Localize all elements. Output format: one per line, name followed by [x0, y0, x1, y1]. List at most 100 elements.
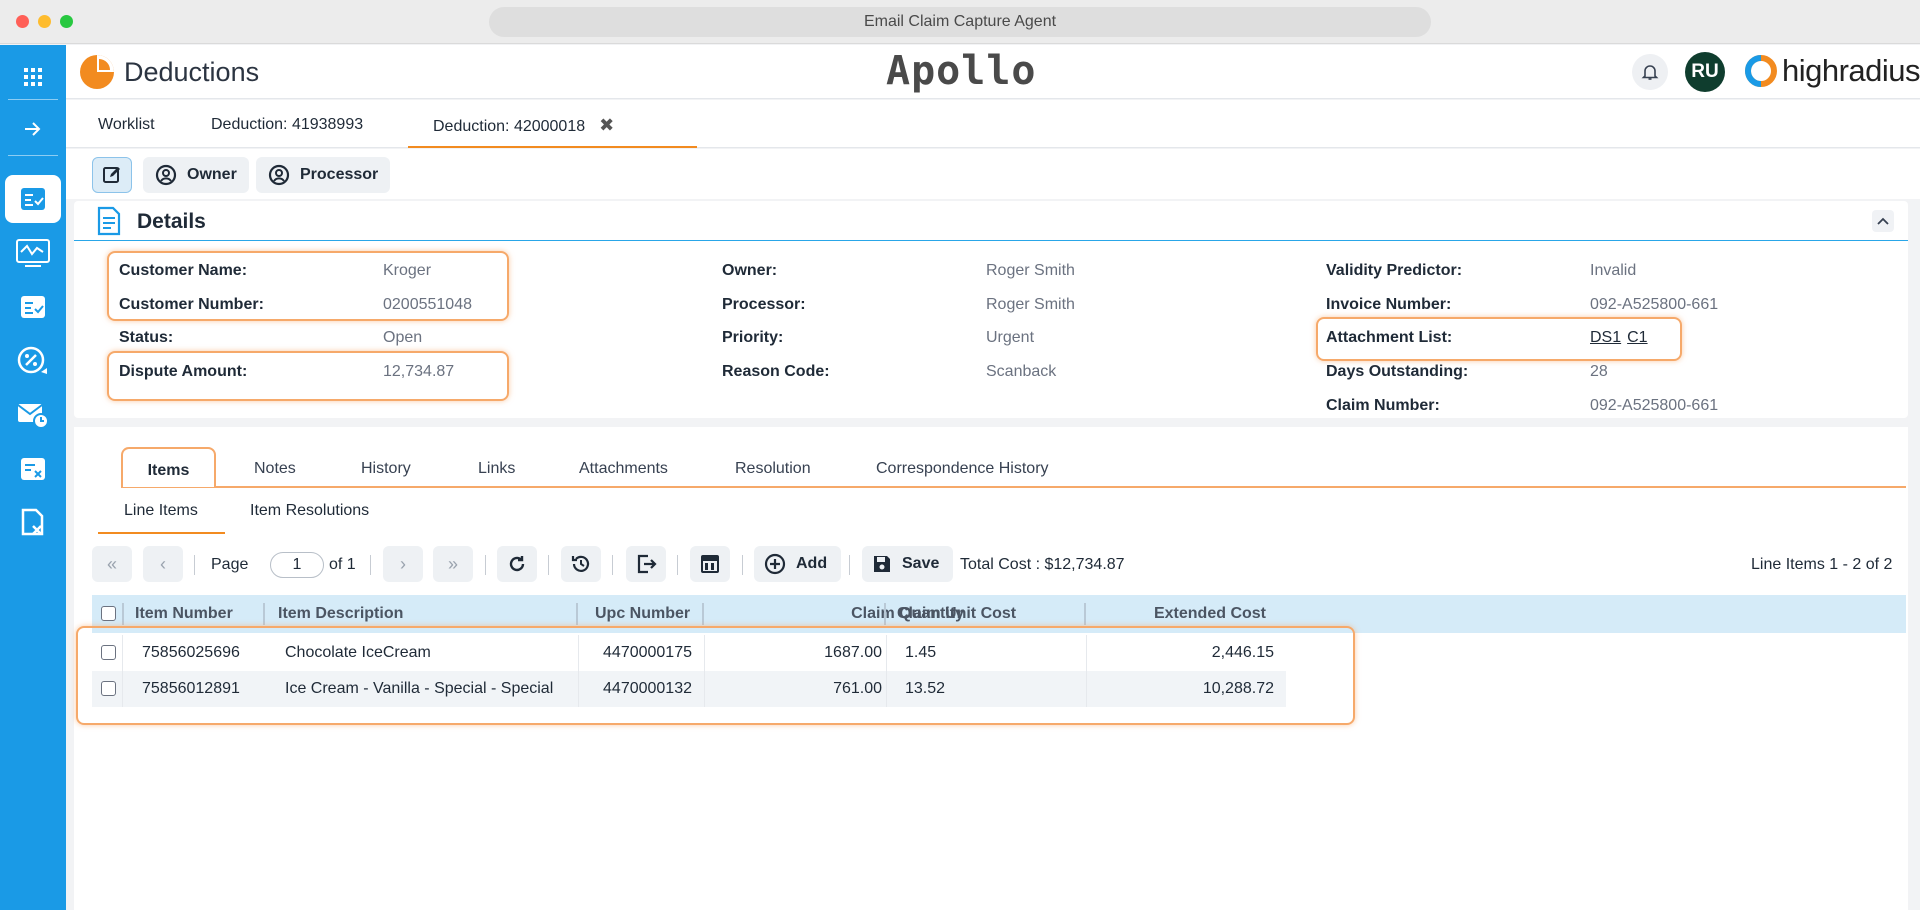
claim-number-value: 092-A525800-661 — [1590, 397, 1719, 414]
column-upc-number[interactable]: Upc Number — [595, 605, 690, 623]
add-button[interactable]: Add — [754, 546, 842, 582]
attachment-links: DS1 C1 — [1590, 329, 1654, 347]
rail-divider — [8, 99, 58, 100]
customer-name-label: Customer Name: — [119, 262, 248, 279]
edit-icon — [103, 167, 120, 183]
row-checkbox[interactable] — [101, 645, 116, 660]
expand-nav-button[interactable] — [5, 105, 61, 153]
nav-promotions[interactable] — [5, 337, 61, 385]
deductions-logo-icon — [80, 55, 114, 89]
close-window-button[interactable] — [16, 15, 29, 28]
column-item-description[interactable]: Item Description — [278, 605, 403, 623]
nav-deductions[interactable] — [5, 175, 61, 223]
pager-divider — [677, 555, 678, 575]
subtab-line-items[interactable]: Line Items — [124, 502, 198, 520]
column-claim-unit-cost[interactable]: Claim Unit Cost — [897, 605, 1016, 623]
owner-button[interactable]: Owner — [143, 157, 249, 193]
processor-field-value: Roger Smith — [986, 296, 1075, 313]
user-avatar[interactable]: RU — [1685, 52, 1725, 92]
dispute-amount-value: 12,734.87 — [383, 363, 455, 380]
first-page-button[interactable]: « — [92, 546, 132, 582]
tab-items[interactable]: Items — [121, 447, 216, 487]
highradius-logo: highradius — [1744, 53, 1920, 89]
tab-links[interactable]: Links — [478, 447, 515, 487]
tab-attachments[interactable]: Attachments — [579, 447, 668, 487]
table-row[interactable]: 75856025696 Chocolate IceCream 447000017… — [92, 635, 1286, 671]
header-divider — [884, 603, 886, 625]
nav-mail[interactable] — [5, 391, 61, 439]
nav-monitor[interactable] — [5, 229, 61, 277]
history-button[interactable] — [561, 546, 601, 582]
validity-predictor-value: Invalid — [1590, 262, 1637, 279]
apps-grid-button[interactable] — [5, 53, 61, 101]
tab-worklist[interactable]: Worklist — [98, 100, 155, 148]
nav-documents[interactable] — [5, 499, 61, 547]
left-nav-rail — [0, 45, 66, 910]
cell-item-number: 75856025696 — [142, 644, 240, 661]
page-label: Page — [211, 556, 249, 573]
owner-field-label: Owner: — [722, 262, 778, 279]
nav-tasks[interactable] — [5, 283, 61, 331]
select-all-checkbox[interactable] — [101, 606, 116, 621]
rail-divider — [8, 155, 58, 156]
user-circle-icon — [155, 164, 177, 186]
reason-code-value: Scanback — [986, 363, 1057, 380]
save-button[interactable]: Save — [862, 546, 954, 582]
nav-invoices[interactable] — [5, 445, 61, 493]
save-label: Save — [902, 555, 940, 572]
add-label: Add — [796, 555, 828, 572]
row-checkbox[interactable] — [101, 681, 116, 696]
chevron-up-icon — [1877, 217, 1889, 225]
save-icon — [874, 556, 890, 572]
tab-resolution[interactable]: Resolution — [735, 447, 811, 487]
tab-notes[interactable]: Notes — [254, 447, 296, 487]
customer-number-label: Customer Number: — [119, 296, 264, 313]
header-divider — [122, 603, 124, 625]
owner-field-value: Roger Smith — [986, 262, 1075, 279]
subtab-item-resolutions[interactable]: Item Resolutions — [250, 502, 369, 520]
notifications-button[interactable] — [1632, 54, 1668, 90]
last-page-button[interactable]: » — [433, 546, 473, 582]
maximize-window-button[interactable] — [60, 15, 73, 28]
brand[interactable]: Deductions — [78, 53, 259, 91]
attachment-link-c1[interactable]: C1 — [1627, 329, 1647, 346]
line-items-range: Line Items 1 - 2 of 2 — [1751, 556, 1893, 573]
refresh-icon — [509, 556, 525, 572]
details-header: Details — [74, 201, 1908, 241]
next-page-button[interactable]: › — [383, 546, 423, 582]
page-number-input[interactable] — [270, 552, 324, 578]
export-button[interactable] — [626, 546, 666, 582]
cell-upc-number: 4470000175 — [603, 644, 692, 661]
table-row[interactable]: 75856012891 Ice Cream - Vanilla - Specia… — [92, 671, 1286, 707]
pager-divider — [370, 555, 371, 575]
attachment-list-label: Attachment List: — [1326, 329, 1453, 346]
tab-deduction-42000018[interactable]: Deduction: 42000018 ✖ — [408, 100, 697, 148]
details-title: Details — [137, 210, 206, 233]
attachment-link-ds1[interactable]: DS1 — [1590, 329, 1621, 346]
processor-field-label: Processor: — [722, 296, 806, 313]
apps-grid-icon — [24, 68, 42, 86]
collapse-details-button[interactable] — [1872, 210, 1894, 232]
header-divider — [576, 603, 578, 625]
prev-page-button[interactable]: ‹ — [143, 546, 183, 582]
apollo-logo: Apollo — [886, 48, 1037, 94]
processor-button[interactable]: Processor — [256, 157, 391, 193]
columns-button[interactable] — [690, 546, 730, 582]
subtab-active-underline — [98, 532, 225, 534]
edit-button[interactable] — [92, 157, 132, 193]
tab-deduction-41938993[interactable]: Deduction: 41938993 — [211, 100, 363, 148]
priority-value: Urgent — [986, 329, 1035, 346]
cell-item-description: Ice Cream - Vanilla - Special - Special — [285, 680, 554, 697]
page-count: of 1 — [329, 556, 356, 573]
arrow-right-icon — [25, 122, 41, 136]
cell-divider — [122, 671, 123, 707]
tab-history[interactable]: History — [361, 447, 411, 487]
days-outstanding-label: Days Outstanding: — [1326, 363, 1469, 380]
tab-correspondence-history[interactable]: Correspondence History — [876, 447, 1049, 487]
tab-label: Deduction: 42000018 — [433, 118, 586, 135]
refresh-button[interactable] — [497, 546, 537, 582]
minimize-window-button[interactable] — [38, 15, 51, 28]
column-item-number[interactable]: Item Number — [135, 605, 233, 623]
column-extended-cost[interactable]: Extended Cost — [1086, 605, 1266, 623]
close-tab-icon[interactable]: ✖ — [599, 115, 614, 135]
